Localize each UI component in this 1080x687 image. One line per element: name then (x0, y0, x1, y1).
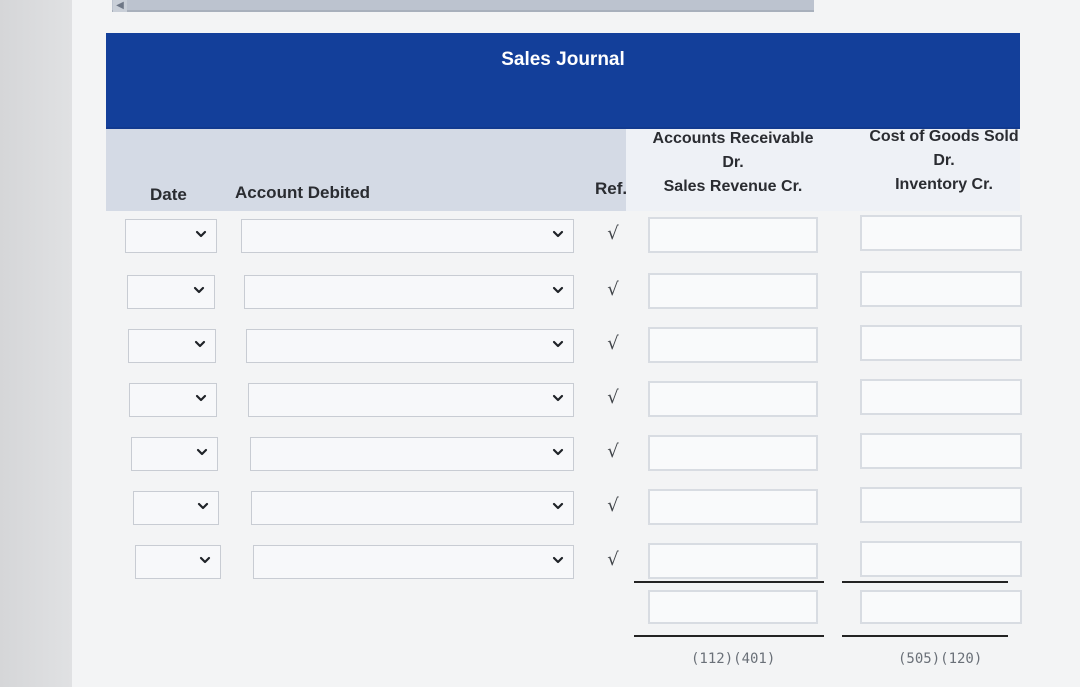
accounts-receivable-input-row-2[interactable] (648, 273, 818, 309)
journal-row-1: √ (106, 213, 1022, 267)
sales-journal: Sales Journal Date Account Debited Ref. … (106, 33, 1022, 673)
accounts-receivable-input-row-4[interactable] (648, 381, 818, 417)
checkmark-icon: √ (607, 441, 619, 462)
account-debited-select-row-7[interactable] (253, 545, 574, 579)
checkmark-icon: √ (607, 387, 619, 408)
cost-of-goods-sold-input-row-5[interactable] (860, 433, 1022, 469)
date-select-row-3[interactable] (128, 329, 216, 363)
cost-of-goods-sold-total-rule-bottom (842, 635, 1008, 637)
checkmark-icon: √ (607, 495, 619, 516)
accounts-receivable-input-row-5[interactable] (648, 435, 818, 471)
journal-row-6: √ (106, 485, 1022, 539)
accounts-receivable-total-rule-top (634, 581, 824, 583)
chevron-down-icon[interactable] (196, 499, 210, 513)
checkmark-icon: √ (607, 279, 619, 300)
top-scroll-track[interactable] (112, 0, 814, 12)
cost-of-goods-sold-input-row-2[interactable] (860, 271, 1022, 307)
accounts-receivable-total-input[interactable] (648, 590, 818, 624)
chevron-down-icon[interactable] (192, 283, 206, 297)
cogs-header-line-2: Dr. (933, 152, 955, 169)
accounts-receivable-input-row-3[interactable] (648, 327, 818, 363)
chevron-down-icon[interactable] (551, 283, 565, 297)
journal-row-4: √ (106, 377, 1022, 431)
journal-row-5: √ (106, 431, 1022, 485)
cogs-header-line-1: Cost of Goods Sold (869, 128, 1019, 145)
accounts-receivable-total-rule-bottom (634, 635, 824, 637)
account-debited-select-row-6[interactable] (251, 491, 574, 525)
ar-header-line-3: Sales Revenue Cr. (663, 178, 803, 195)
cost-of-goods-sold-input-row-7[interactable] (860, 541, 1022, 577)
journal-row-3: √ (106, 323, 1022, 377)
cost-of-goods-sold-column-header: Cost of Goods Sold Dr. Inventory Cr. (858, 125, 1030, 197)
cost-of-goods-sold-input-row-4[interactable] (860, 379, 1022, 415)
date-select-row-5[interactable] (131, 437, 218, 471)
chevron-down-icon[interactable] (551, 499, 565, 513)
chevron-down-icon[interactable] (551, 445, 565, 459)
chevron-down-icon[interactable] (193, 337, 207, 351)
cost-of-goods-sold-input-row-6[interactable] (860, 487, 1022, 523)
accounts-receivable-column-header: Accounts Receivable Dr. Sales Revenue Cr… (643, 127, 823, 199)
account-debited-select-row-3[interactable] (246, 329, 574, 363)
ref-column-header: Ref. (595, 179, 628, 198)
checkmark-icon: √ (607, 549, 619, 570)
chevron-down-icon[interactable] (195, 445, 209, 459)
checkmark-icon: √ (607, 223, 619, 244)
account-debited-select-row-4[interactable] (248, 383, 574, 417)
date-column-header: Date (150, 185, 187, 204)
chevron-down-icon[interactable] (551, 337, 565, 351)
left-margin (0, 0, 72, 687)
journal-title-bar: Sales Journal (106, 33, 1020, 129)
cost-of-goods-sold-input-row-3[interactable] (860, 325, 1022, 361)
accounts-receivable-posting-codes: (112)(401) (691, 651, 776, 667)
chevron-down-icon[interactable] (551, 391, 565, 405)
chevron-down-icon[interactable] (194, 227, 208, 241)
cogs-header-line-3: Inventory Cr. (895, 176, 993, 193)
account-debited-select-row-2[interactable] (244, 275, 574, 309)
accounts-receivable-input-row-6[interactable] (648, 489, 818, 525)
journal-row-2: √ (106, 269, 1022, 323)
date-select-row-7[interactable] (135, 545, 221, 579)
date-select-row-6[interactable] (133, 491, 219, 525)
chevron-down-icon[interactable] (198, 553, 212, 567)
account-debited-select-row-5[interactable] (250, 437, 574, 471)
ar-header-line-2: Dr. (722, 154, 744, 171)
journal-row-7: √ (106, 539, 1022, 593)
chevron-down-icon[interactable] (551, 227, 565, 241)
accounts-receivable-input-row-7[interactable] (648, 543, 818, 579)
account-debited-column-header: Account Debited (235, 183, 371, 202)
checkmark-icon: √ (607, 333, 619, 354)
cost-of-goods-sold-total-rule-top (842, 581, 1008, 583)
chevron-down-icon[interactable] (194, 391, 208, 405)
date-select-row-2[interactable] (127, 275, 215, 309)
journal-title: Sales Journal (501, 49, 625, 70)
cost-of-goods-sold-posting-codes: (505)(120) (898, 651, 983, 667)
cost-of-goods-sold-input-row-1[interactable] (860, 215, 1022, 251)
ar-header-line-1: Accounts Receivable (652, 130, 814, 147)
date-select-row-1[interactable] (125, 219, 217, 253)
scroll-left-arrow[interactable]: ◀ (113, 0, 127, 12)
accounts-receivable-input-row-1[interactable] (648, 217, 818, 253)
cost-of-goods-sold-total-input[interactable] (860, 590, 1022, 624)
account-debited-select-row-1[interactable] (241, 219, 574, 253)
date-select-row-4[interactable] (129, 383, 217, 417)
chevron-down-icon[interactable] (551, 553, 565, 567)
